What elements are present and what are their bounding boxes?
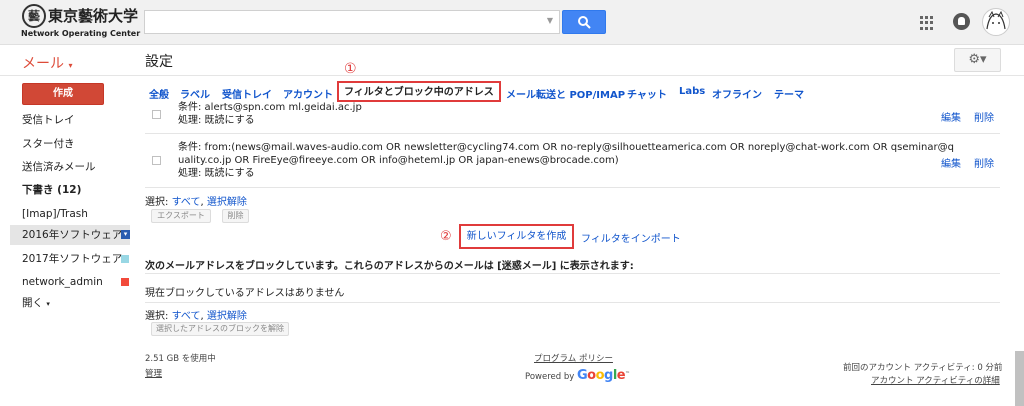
search-options-icon[interactable]: ▼ xyxy=(547,16,553,25)
tab-forwarding-pop-imap[interactable]: メール転送と POP/IMAP xyxy=(506,86,625,101)
tab-accounts[interactable]: アカウント xyxy=(283,86,333,101)
export-button[interactable]: エクスポート xyxy=(151,209,211,223)
filter-row: 条件: alerts@spn.com ml.geidai.ac.jp 処理: 既… xyxy=(178,101,362,127)
storage-usage: 2.51 GB を使用中 xyxy=(145,354,216,364)
manage-storage-link[interactable]: 管理 xyxy=(145,367,162,379)
label-color-swatch xyxy=(121,255,129,263)
sidebar-item-2016-software[interactable]: 2016年ソフトウェア ▾ xyxy=(10,225,130,245)
settings-gear-button[interactable]: ⚙▾ xyxy=(954,48,1001,72)
filter-criteria-continued: uality.co.jp OR FireEye@fireeye.com OR i… xyxy=(178,155,619,166)
tab-offline[interactable]: オフライン xyxy=(712,86,762,101)
divider xyxy=(145,133,1000,134)
sidebar-item-label: 2016年ソフトウェア xyxy=(22,229,123,241)
search-icon xyxy=(578,16,591,29)
sidebar-item-sent[interactable]: 送信済みメール xyxy=(10,157,130,177)
filter-selection-controls: 選択: すべて, 選択解除 xyxy=(145,193,247,208)
university-logo-icon[interactable]: 藝 xyxy=(22,4,46,28)
tab-labels[interactable]: ラベル xyxy=(180,86,210,101)
tab-filters-blocked[interactable]: フィルタとブロック中のアドレス xyxy=(337,81,501,102)
compose-button[interactable]: 作成 xyxy=(22,83,104,105)
delete-filter-link[interactable]: 削除 xyxy=(974,155,994,170)
create-filter-link[interactable]: 新しいフィルタを作成 xyxy=(459,224,574,249)
search-button[interactable] xyxy=(562,10,606,34)
label-color-dropdown-icon[interactable]: ▾ xyxy=(121,230,130,239)
select-all-link[interactable]: すべて xyxy=(172,197,201,208)
page-title: 設定 xyxy=(145,54,173,70)
google-logo: Google xyxy=(576,368,626,383)
divider xyxy=(0,75,1024,76)
sidebar-item-label: 受信トレイ xyxy=(22,114,75,126)
sidebar-item-2017-software[interactable]: 2017年ソフトウェア xyxy=(10,249,130,269)
sidebar-item-label: network_admin xyxy=(22,276,103,288)
filter-checkbox[interactable] xyxy=(152,156,161,165)
sidebar-item-label: 2017年ソフトウェア xyxy=(22,253,123,265)
sidebar-item-label: 送信済みメール xyxy=(22,161,96,173)
sidebar-item-inbox[interactable]: 受信トレイ xyxy=(10,110,130,130)
separator: , xyxy=(200,311,204,322)
sidebar-item-trash[interactable]: [Imap]/Trash xyxy=(10,204,130,224)
sidebar-item-label: [Imap]/Trash xyxy=(22,208,88,220)
tab-themes[interactable]: テーマ xyxy=(774,86,804,101)
powered-by-google: Powered by Google™ xyxy=(525,368,631,383)
tab-general[interactable]: 全般 xyxy=(149,86,169,101)
annotation-marker-1: ① xyxy=(344,61,357,77)
logo-title[interactable]: 東京藝術大学 xyxy=(48,5,138,26)
delete-filter-link[interactable]: 削除 xyxy=(974,109,994,124)
annotation-marker-2: ② xyxy=(440,229,452,244)
avatar-drawing-icon xyxy=(986,10,1006,30)
divider xyxy=(145,302,1000,303)
search-input[interactable]: ▼ xyxy=(144,10,560,34)
mail-menu[interactable]: メール ▾ xyxy=(22,53,72,73)
tab-labs[interactable]: Labs xyxy=(679,86,705,97)
logo-subtitle: Network Operating Center xyxy=(21,29,141,38)
avatar[interactable] xyxy=(982,8,1010,36)
sidebar-item-network-admin[interactable]: network_admin xyxy=(10,272,130,292)
filter-criteria: 条件: from:(news@mail.waves-audio.com OR n… xyxy=(178,142,954,153)
sidebar-item-label: 開く xyxy=(22,297,43,309)
selection-label: 選択: xyxy=(145,311,169,322)
last-activity: 前回のアカウント アクティビティ: 0 分前 xyxy=(843,363,1003,373)
unblock-button[interactable]: 選択したアドレスのブロックを解除 xyxy=(151,322,289,336)
sidebar-item-drafts[interactable]: 下書き (12) xyxy=(10,180,130,200)
powered-by-text: Powered by xyxy=(525,372,575,382)
divider xyxy=(145,273,1000,274)
sidebar-item-label: 下書き (12) xyxy=(22,184,82,196)
scrollbar[interactable] xyxy=(1015,351,1024,406)
activity-details-link[interactable]: アカウント アクティビティの詳細 xyxy=(871,374,1000,386)
sidebar-item-label: スター付き xyxy=(22,138,75,150)
program-policy-link[interactable]: プログラム ポリシー xyxy=(534,352,613,364)
filter-row: 条件: from:(news@mail.waves-audio.com OR n… xyxy=(178,141,954,180)
label-color-swatch xyxy=(121,278,129,286)
notifications-icon[interactable] xyxy=(953,13,970,30)
no-blocked-text: 現在ブロックしているアドレスはありません xyxy=(145,288,345,299)
sidebar-item-starred[interactable]: スター付き xyxy=(10,134,130,154)
select-none-link[interactable]: 選択解除 xyxy=(207,197,247,208)
divider xyxy=(145,187,1000,188)
sidebar-more-toggle[interactable]: 開く ▾ xyxy=(10,293,130,313)
delete-button[interactable]: 削除 xyxy=(222,209,249,223)
tab-inbox[interactable]: 受信トレイ xyxy=(222,86,272,101)
blocked-heading: 次のメールアドレスをブロックしています。これらのアドレスからのメールは [迷惑メ… xyxy=(145,261,634,272)
apps-grid-icon[interactable] xyxy=(920,16,934,30)
separator: , xyxy=(200,197,204,208)
select-none-link[interactable]: 選択解除 xyxy=(207,311,247,322)
filter-action: 処理: 既読にする xyxy=(178,115,255,126)
filter-checkbox[interactable] xyxy=(152,110,161,119)
blocked-selection-controls: 選択: すべて, 選択解除 xyxy=(145,307,247,322)
selection-label: 選択: xyxy=(145,197,169,208)
filter-criteria: 条件: alerts@spn.com ml.geidai.ac.jp xyxy=(178,102,362,113)
edit-filter-link[interactable]: 編集 xyxy=(941,109,961,124)
import-filter-link[interactable]: フィルタをインポート xyxy=(581,230,681,245)
chevron-down-icon: ▾ xyxy=(46,300,50,308)
tab-chat[interactable]: チャット xyxy=(627,86,667,101)
filter-action: 処理: 既読にする xyxy=(178,168,255,179)
select-all-link[interactable]: すべて xyxy=(172,311,201,322)
edit-filter-link[interactable]: 編集 xyxy=(941,155,961,170)
